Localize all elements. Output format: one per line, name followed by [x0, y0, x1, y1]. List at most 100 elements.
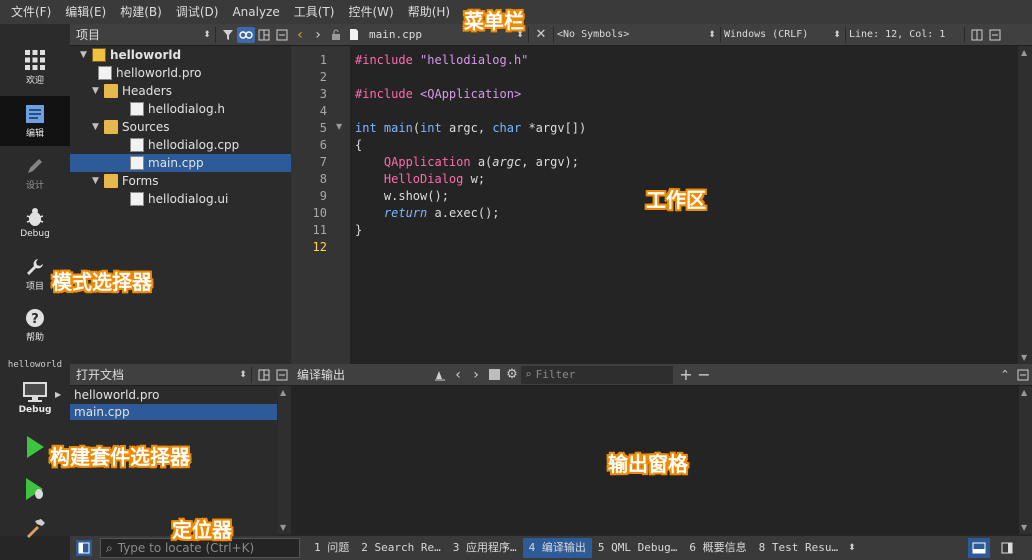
tree-item-file[interactable]: helloworld.pro	[98, 64, 291, 82]
split-icon[interactable]	[255, 27, 273, 43]
menu-edit[interactable]: 编辑(E)	[58, 0, 113, 24]
close-editor-icon[interactable]	[986, 27, 1004, 43]
toggle-right-sidebar-icon[interactable]	[998, 539, 1016, 557]
pencil-icon	[28, 158, 42, 173]
menu-file[interactable]: 文件(F)	[4, 0, 58, 24]
zoom-out-icon[interactable]: −	[695, 365, 713, 384]
close-pane-icon[interactable]	[273, 27, 291, 43]
mode-help[interactable]: ? 帮助	[0, 300, 70, 350]
expand-arrow-icon[interactable]: ▼	[92, 118, 104, 136]
scroll-up-icon[interactable]: ▲	[280, 388, 286, 397]
mode-welcome[interactable]: 欢迎	[0, 42, 70, 92]
symbols-dropdown[interactable]: <No Symbols>	[557, 29, 707, 40]
next-item-icon[interactable]: ›	[467, 367, 485, 383]
fold-marker-icon[interactable]: ▼	[336, 122, 342, 131]
stop-icon[interactable]	[485, 367, 503, 383]
mode-debug[interactable]: Debug	[0, 198, 70, 248]
annotation-locator: 定位器	[172, 518, 232, 542]
output-scrollbar[interactable]: ▲ ▼	[1019, 386, 1032, 534]
code-line: HelloDialog w;	[383, 172, 486, 186]
annotation-output-panes: 输出窗格	[608, 452, 688, 476]
expand-arrow-icon[interactable]: ▼	[92, 82, 104, 100]
close-file-icon[interactable]: ✕	[532, 27, 550, 43]
close-pane-icon[interactable]	[273, 367, 291, 383]
symbols-chevron-icon[interactable]: ⬍	[707, 27, 717, 43]
scroll-up-icon[interactable]: ▲	[1021, 388, 1027, 397]
scroll-down-icon[interactable]: ▼	[1021, 353, 1027, 362]
tree-item-folder[interactable]: ▼ Headers	[92, 82, 291, 100]
mode-design[interactable]: 设计	[0, 148, 70, 198]
scroll-up-icon[interactable]: ▲	[1021, 48, 1027, 57]
nav-back-icon[interactable]: ‹	[291, 27, 309, 43]
split-icon[interactable]	[255, 367, 273, 383]
debug-run-icon	[26, 478, 43, 500]
output-tab-compile[interactable]: 4 编译输出	[522, 538, 592, 558]
output-tab-test-results[interactable]: 8 Test Resu…	[753, 538, 844, 558]
expand-arrow-icon[interactable]: ▼	[80, 46, 92, 64]
locator-placeholder: Type to locate (Ctrl+K)	[117, 541, 255, 555]
menu-build[interactable]: 构建(B)	[113, 0, 169, 24]
headers-folder-icon	[104, 84, 118, 98]
tab-label: 问题	[327, 541, 350, 554]
menu-window[interactable]: 控件(W)	[341, 0, 400, 24]
tree-item-file[interactable]: hellodialog.h	[130, 100, 291, 118]
pane-select-chevron-icon[interactable]: ⬍	[238, 367, 248, 383]
scroll-down-icon[interactable]: ▼	[280, 523, 286, 532]
tab-label: 概要信息	[702, 541, 747, 554]
line-number: 7	[319, 155, 327, 169]
toggle-output-pane-icon[interactable]	[968, 538, 990, 558]
menu-help[interactable]: 帮助(H)	[401, 0, 457, 24]
tree-item-file[interactable]: hellodialog.cpp	[130, 136, 291, 154]
pro-file-icon	[98, 66, 112, 80]
prev-item-icon[interactable]: ‹	[449, 367, 467, 383]
output-tab-application[interactable]: 3 应用程序…	[447, 538, 523, 558]
open-doc-item-selected[interactable]: main.cpp	[70, 404, 277, 420]
line-ending-dropdown[interactable]: Windows (CRLF)	[724, 29, 832, 40]
filter-icon[interactable]	[219, 27, 237, 43]
forms-folder-icon	[104, 174, 118, 188]
debug-run-button[interactable]	[0, 470, 70, 508]
output-tab-issues[interactable]: 1 问题	[308, 538, 355, 558]
tree-item-file-selected[interactable]: main.cpp	[70, 154, 291, 172]
nav-forward-icon[interactable]: ›	[309, 27, 327, 43]
tree-item-folder[interactable]: ▼ Sources	[92, 118, 291, 136]
zoom-in-icon[interactable]: +	[677, 365, 695, 384]
tree-item-folder[interactable]: ▼ Forms	[92, 172, 291, 190]
sync-link-icon[interactable]	[237, 26, 255, 43]
output-filter-input[interactable]: ⌕ Filter	[521, 365, 673, 384]
toolbar-separator	[528, 26, 529, 43]
menu-debug[interactable]: 调试(D)	[169, 0, 226, 24]
close-output-icon[interactable]	[1014, 367, 1032, 383]
kit-selector[interactable]: Debug ▶	[0, 370, 70, 426]
code-line: return a.exec();	[383, 206, 500, 220]
cursor-position[interactable]: Line: 12, Col: 1	[849, 29, 961, 40]
tab-number: 6	[689, 541, 696, 554]
tree-item-project[interactable]: ▼ helloworld	[80, 46, 291, 64]
mode-edit[interactable]: 编辑	[0, 96, 70, 146]
tabs-chevron-icon[interactable]: ⬍	[848, 543, 856, 553]
sort-icon[interactable]	[431, 367, 449, 383]
project-pane-toolbar: 项目 ⬍	[70, 24, 291, 46]
split-editor-icon[interactable]	[968, 27, 986, 43]
toggle-sidebar-icon[interactable]	[76, 540, 92, 556]
output-tab-general-messages[interactable]: 6 概要信息	[683, 538, 752, 558]
line-number: 10	[312, 206, 327, 220]
pane-select-chevron-icon[interactable]: ⬍	[202, 27, 212, 43]
settings-gear-icon[interactable]: ⚙	[503, 367, 521, 383]
tree-item-label: hellodialog.ui	[148, 192, 229, 206]
editor-scrollbar[interactable]: ▲ ▼	[1018, 46, 1032, 364]
output-tab-search-results[interactable]: 2 Search Re…	[355, 538, 446, 558]
menu-tools[interactable]: 工具(T)	[287, 0, 342, 24]
scroll-down-icon[interactable]: ▼	[1021, 523, 1027, 532]
line-ending-chevron-icon[interactable]: ⬍	[832, 27, 842, 43]
expand-arrow-icon[interactable]: ▼	[92, 172, 104, 190]
open-doc-item[interactable]: helloworld.pro	[70, 387, 277, 403]
tree-item-file[interactable]: hellodialog.ui	[130, 190, 291, 208]
menu-analyze[interactable]: Analyze	[225, 0, 286, 24]
toolbar-separator	[251, 366, 252, 383]
open-docs-scrollbar[interactable]: ▲ ▼	[278, 386, 291, 534]
output-tab-qml-debugger[interactable]: 5 QML Debug…	[592, 538, 683, 558]
build-button[interactable]	[0, 511, 70, 545]
line-number: 8	[319, 172, 327, 186]
maximize-chevron-icon[interactable]: ⌃	[996, 367, 1014, 383]
